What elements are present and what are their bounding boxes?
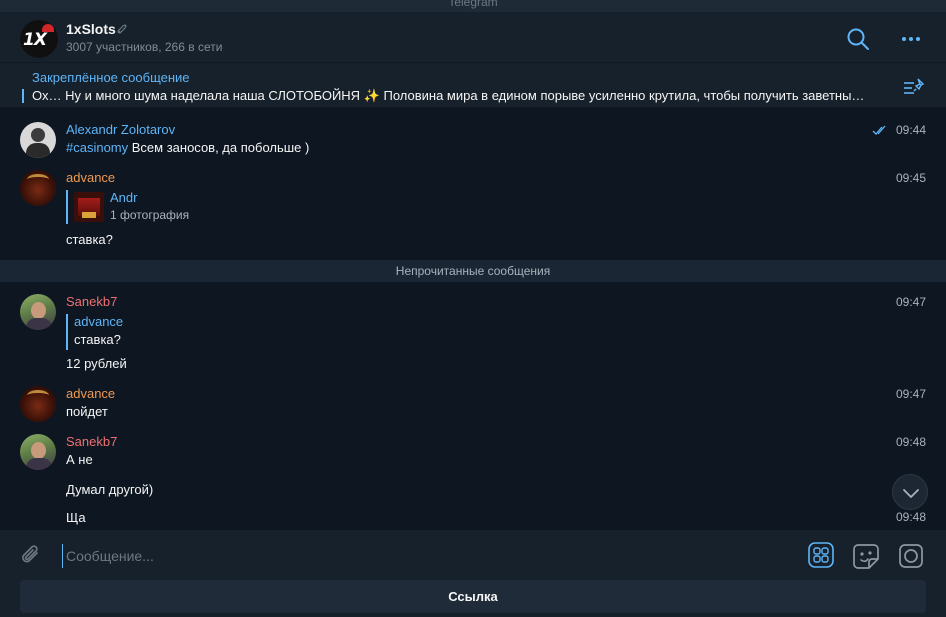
message-item[interactable]: Ща 09:48 (0, 508, 946, 530)
search-icon[interactable] (846, 27, 870, 51)
message-time: 09:48 (895, 510, 926, 524)
message-time: 09:47 (895, 295, 926, 309)
pinned-text: Ох… Ну и много шума наделала наша СЛОТОБ… (32, 88, 865, 103)
chat-avatar[interactable]: 1X (20, 20, 58, 58)
chat-header: 1X 1xSlots 3007 участников, 266 в сети (0, 12, 946, 62)
message-item[interactable]: advance пойдет 09:47 (0, 384, 946, 424)
link-button[interactable]: Ссылка (20, 580, 926, 613)
message-text-content: Всем заносов, да побольше ) (128, 140, 310, 155)
reply-text: 1 фотография (110, 208, 190, 222)
message-time: 09:47 (895, 387, 926, 401)
message-item[interactable]: Alexandr Zolotarov #casinomy Всем заносо… (0, 120, 946, 160)
message-item[interactable]: Думал другой) (0, 480, 946, 502)
message-item[interactable]: Sanekb7 А не 09:48 (0, 432, 946, 472)
avatar[interactable] (20, 122, 56, 158)
sender-name[interactable]: Sanekb7 (66, 294, 117, 309)
pin-list-icon[interactable] (902, 77, 926, 97)
message-item[interactable]: advance Andr 1 фотография ставка? 09:45 (0, 168, 946, 250)
more-icon[interactable] (900, 27, 922, 51)
window-titlebar: Telegram (0, 0, 946, 12)
chat-avatar-logo: 1X (23, 30, 47, 50)
chevron-down-icon (903, 489, 919, 498)
avatar[interactable] (20, 294, 56, 330)
message-input[interactable] (62, 544, 782, 568)
pinned-message-bar[interactable]: Закреплённое сообщение Ох… Ну и много шу… (0, 62, 946, 108)
reply-photo-thumbnail (74, 192, 104, 222)
composer: Ссылка (0, 530, 946, 617)
sender-name[interactable]: Sanekb7 (66, 434, 117, 449)
sender-name[interactable]: Alexandr Zolotarov (66, 122, 175, 137)
unread-divider: Непрочитанные сообщения (0, 260, 946, 282)
reply-sender: Andr (110, 190, 138, 205)
read-check-icon (872, 125, 886, 135)
reply-quote[interactable]: advance ставка? (66, 314, 186, 350)
message-text: #casinomy Всем заносов, да побольше ) (66, 140, 309, 155)
pinned-label: Закреплённое сообщение (32, 70, 190, 85)
message-time: 09:44 (895, 123, 926, 137)
reply-quote[interactable]: Andr 1 фотография (66, 190, 206, 224)
window-title: Telegram (448, 0, 498, 9)
hashtag-link[interactable]: #casinomy (66, 140, 128, 155)
mute-icon (117, 24, 127, 34)
sticker-icon[interactable] (852, 542, 880, 570)
scroll-down-button[interactable] (892, 474, 928, 510)
message-text: А не (66, 452, 93, 467)
message-list[interactable]: Alexandr Zolotarov #casinomy Всем заносо… (0, 108, 946, 530)
chat-title[interactable]: 1xSlots (66, 21, 116, 37)
pinned-indicator (22, 89, 24, 103)
sender-name[interactable]: advance (66, 170, 115, 185)
message-time: 09:45 (895, 171, 926, 185)
message-text: пойдет (66, 404, 108, 419)
avatar[interactable] (20, 386, 56, 422)
message-item[interactable]: Sanekb7 advance ставка? 12 рублей 09:47 (0, 292, 946, 376)
commands-icon[interactable] (808, 542, 834, 568)
message-text: ставка? (66, 232, 113, 247)
avatar[interactable] (20, 170, 56, 206)
chat-members-status: 3007 участников, 266 в сети (66, 40, 223, 54)
reply-text: ставка? (74, 332, 121, 347)
attach-icon[interactable] (20, 544, 42, 568)
sender-name[interactable]: advance (66, 386, 115, 401)
avatar[interactable] (20, 434, 56, 470)
camera-icon[interactable] (898, 542, 924, 570)
message-text: Ща (66, 510, 86, 525)
message-text: Думал другой) (66, 482, 154, 497)
message-time: 09:48 (895, 435, 926, 449)
reply-sender: advance (74, 314, 124, 329)
message-text: 12 рублей (66, 356, 127, 371)
